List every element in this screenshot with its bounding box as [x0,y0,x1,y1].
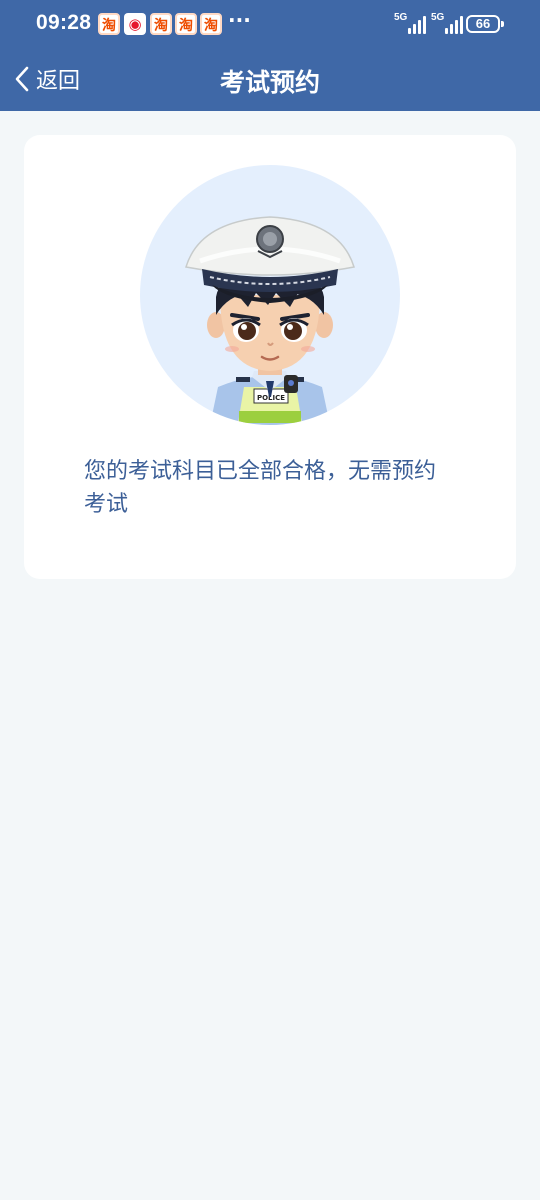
status-time: 09:28 [36,11,92,34]
signal-bar [455,20,458,34]
battery-icon: 66 [466,15,500,33]
police-officer-avatar: POLICE [140,165,400,425]
network-type-label: 5G [431,12,445,23]
signal-bar [445,28,448,34]
taobao-icon: 淘 [200,13,222,35]
signal-icon: 5G [431,12,471,36]
taobao-icon: 淘 [98,13,120,35]
network-type-label: 5G [394,12,408,23]
weibo-icon: ◉ [124,13,146,35]
signal-bar [423,16,426,34]
battery-level: 66 [475,16,491,31]
page-title: 考试预约 [219,68,320,97]
police-avatar-illustration: POLICE [140,165,400,425]
signal-bar [450,24,453,34]
nav-bar: 返回 考试预约 [0,50,540,111]
top-bar: 09:28 淘 ◉ 淘 淘 淘 ··· 5G 5G 66 返回 考试预约 [0,0,540,111]
more-notifications-indicator: ··· [228,8,251,32]
signal-bar [408,28,411,34]
signal-bar [460,16,463,34]
signal-icon: 5G [394,12,434,36]
battery-tip [501,21,504,27]
signal-bar [413,24,416,34]
status-message: 您的考试科目已全部合格，无需预约考试 [84,459,437,517]
taobao-icon: 淘 [175,13,197,35]
taobao-icon: 淘 [150,13,172,35]
status-bar: 09:28 淘 ◉ 淘 淘 淘 ··· 5G 5G 66 [0,0,540,50]
signal-bar [418,20,421,34]
result-card: POLICE 您的考试科目已全部合格，无需预约考试 [24,135,516,579]
